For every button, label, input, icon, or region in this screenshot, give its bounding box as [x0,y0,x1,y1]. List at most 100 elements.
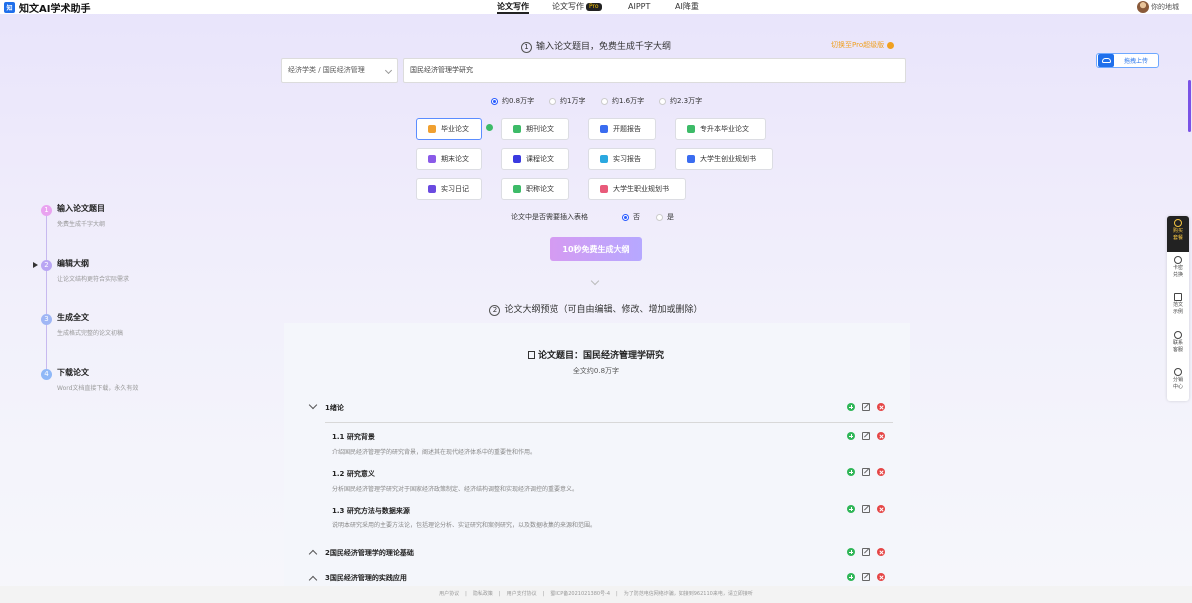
footer-privacy-policy[interactable]: 隐私政策 [473,591,493,597]
chapter-actions [847,403,885,411]
user-name: 你的地城 [1151,3,1179,11]
delete-icon[interactable] [877,403,885,411]
section-desc[interactable]: 分析国民经济管理学研究对于国家经济政策制定、经济结构调整和实现经济调控的重要意义… [332,484,578,493]
edit-icon[interactable] [862,403,870,411]
step2-number: 2 [489,305,501,316]
top-bar: 知 知文AI学术助手 论文写作 论文写作 Pro AIPPT AI降重 你的地城 [0,0,1192,15]
section-desc[interactable]: 介绍国民经济管理学的研究背景，阐述其在现代经济体系中的重要性和作用。 [332,447,536,456]
nav-ai-rewrite[interactable]: AI降重 [675,0,699,14]
delete-icon[interactable] [877,468,885,476]
add-icon[interactable] [847,505,855,513]
step2-label: 论文大纲预览（可自由编辑、修改、增加或删除） [504,305,703,315]
section-actions [847,505,885,513]
section-title[interactable]: 1.1 研究背景 [332,432,375,442]
footer-separator: | [542,591,545,597]
edit-icon[interactable] [862,573,870,581]
option-label: 否 [633,213,640,221]
edit-icon[interactable] [862,468,870,476]
chat-icon [1174,331,1182,339]
side-label: 中心 [1172,384,1183,390]
title-input[interactable]: 国民经济管理学研究 [403,58,906,83]
side-redeem-code[interactable]: 卡密 兑换 [1167,256,1189,279]
user-menu[interactable]: 你的地城 [1137,1,1179,13]
section-title[interactable]: 1.2 研究意义 [332,469,375,479]
step1-label: 输入论文题目，免费生成千字大纲 [535,42,671,52]
radio-icon [549,97,556,105]
type-title-paper[interactable]: 职称论文 [501,178,569,200]
footer-icp[interactable]: 蜀ICP备2021021380号-4 [550,591,610,597]
outline-title: 论文题目：国民经济管理学研究 [0,348,1192,361]
step-name: 生成全文 [57,313,89,322]
footer-payment-agreement[interactable]: 用户支付协议 [507,591,537,597]
word-count-option-1[interactable]: 约0.8万字 [491,96,534,106]
table-option-yes[interactable]: 是 [656,212,674,222]
side-distribution-center[interactable]: 分销 中心 [1167,368,1189,391]
type-proposal-report[interactable]: 开题报告 [588,118,656,140]
chapter-title[interactable]: 1绪论 [325,403,344,413]
step1-title: 1 输入论文题目，免费生成千字大纲 [0,39,1192,53]
word-count-option-3[interactable]: 约1.6万字 [601,96,644,106]
type-startup-plan[interactable]: 大学生创业规划书 [675,148,773,170]
scrollbar[interactable] [1188,80,1191,132]
nav-paper-writing[interactable]: 论文写作 [497,0,529,14]
side-buy-package[interactable]: 购买 套餐 [1167,216,1189,252]
coin-icon [1174,219,1182,227]
footer: 用户协议 | 隐私政策 | 用户支付协议 | 蜀ICP备2021021380号-4 | 为了防范… [0,586,1192,603]
word-count-option-4[interactable]: 约2.3万字 [659,96,702,106]
info-icon [887,41,895,49]
edit-icon[interactable] [862,432,870,440]
edit-icon[interactable] [862,548,870,556]
type-journal-paper[interactable]: 期刊论文 [501,118,569,140]
generate-outline-button[interactable]: 10秒免费生成大纲 [550,237,642,261]
step-name: 编辑大纲 [57,259,89,268]
delete-icon[interactable] [877,432,885,440]
add-icon[interactable] [847,403,855,411]
section-desc[interactable]: 说明本研究采用的主要方法论，包括理论分析、实证研究和案例研究，以及数据收集的来源… [332,520,596,529]
nav-aippt[interactable]: AIPPT [628,0,650,14]
side-sample-papers[interactable]: 范文 示例 [1167,293,1189,316]
type-label: 大学生创业规划书 [700,155,756,163]
nav-paper-writing-pro[interactable]: 论文写作 Pro [552,0,602,14]
final-paper-icon [428,155,436,163]
type-internship-report[interactable]: 实习报告 [588,148,656,170]
chapter-title[interactable]: 2国民经济管理学的理论基础 [325,548,414,558]
key-icon [1174,256,1182,264]
option-label: 约1万字 [560,97,586,105]
add-icon[interactable] [847,432,855,440]
type-course-paper[interactable]: 课程论文 [501,148,569,170]
type-final-paper[interactable]: 期末论文 [416,148,482,170]
chapter-title[interactable]: 3国民经济管理的实践应用 [325,573,407,586]
upload-button[interactable]: 拖拽上传 [1096,53,1159,68]
type-label: 期刊论文 [526,125,554,133]
footer-user-agreement[interactable]: 用户协议 [439,591,459,597]
type-label: 期末论文 [441,155,469,163]
option-label: 约2.3万字 [670,97,703,105]
type-upgrade-thesis[interactable]: 专升本毕业论文 [675,118,766,140]
add-icon[interactable] [847,548,855,556]
side-label: 套餐 [1172,235,1183,241]
radio-icon [601,97,608,105]
diary-icon [428,185,436,193]
add-icon[interactable] [847,468,855,476]
delete-icon[interactable] [877,548,885,556]
section-actions [847,432,885,440]
upgrade-pro-link[interactable]: 切换至Pro超级版 [831,40,895,50]
type-internship-diary[interactable]: 实习日记 [416,178,482,200]
delete-icon[interactable] [877,505,885,513]
side-label: 客服 [1172,347,1183,353]
type-career-plan[interactable]: 大学生职业规划书 [588,178,686,200]
journal-icon [513,125,521,133]
table-question-label: 论文中是否需要插入表格 [511,213,588,221]
add-icon[interactable] [847,573,855,581]
delete-icon[interactable] [877,573,885,581]
logo[interactable]: 知 知文AI学术助手 [4,1,90,15]
word-count-option-2[interactable]: 约1万字 [549,96,585,106]
edit-icon[interactable] [862,505,870,513]
section-title[interactable]: 1.3 研究方法与数据来源 [332,506,410,516]
pro-badge: Pro [586,3,602,11]
side-contact-support[interactable]: 联系 客服 [1167,331,1189,354]
category-select[interactable]: 经济学类 / 国民经济管理 [281,58,398,83]
table-option-no[interactable]: 否 [622,212,640,222]
outline-subtitle: 全文约0.8万字 [572,367,620,375]
type-graduation-thesis[interactable]: 毕业论文 [416,118,482,140]
